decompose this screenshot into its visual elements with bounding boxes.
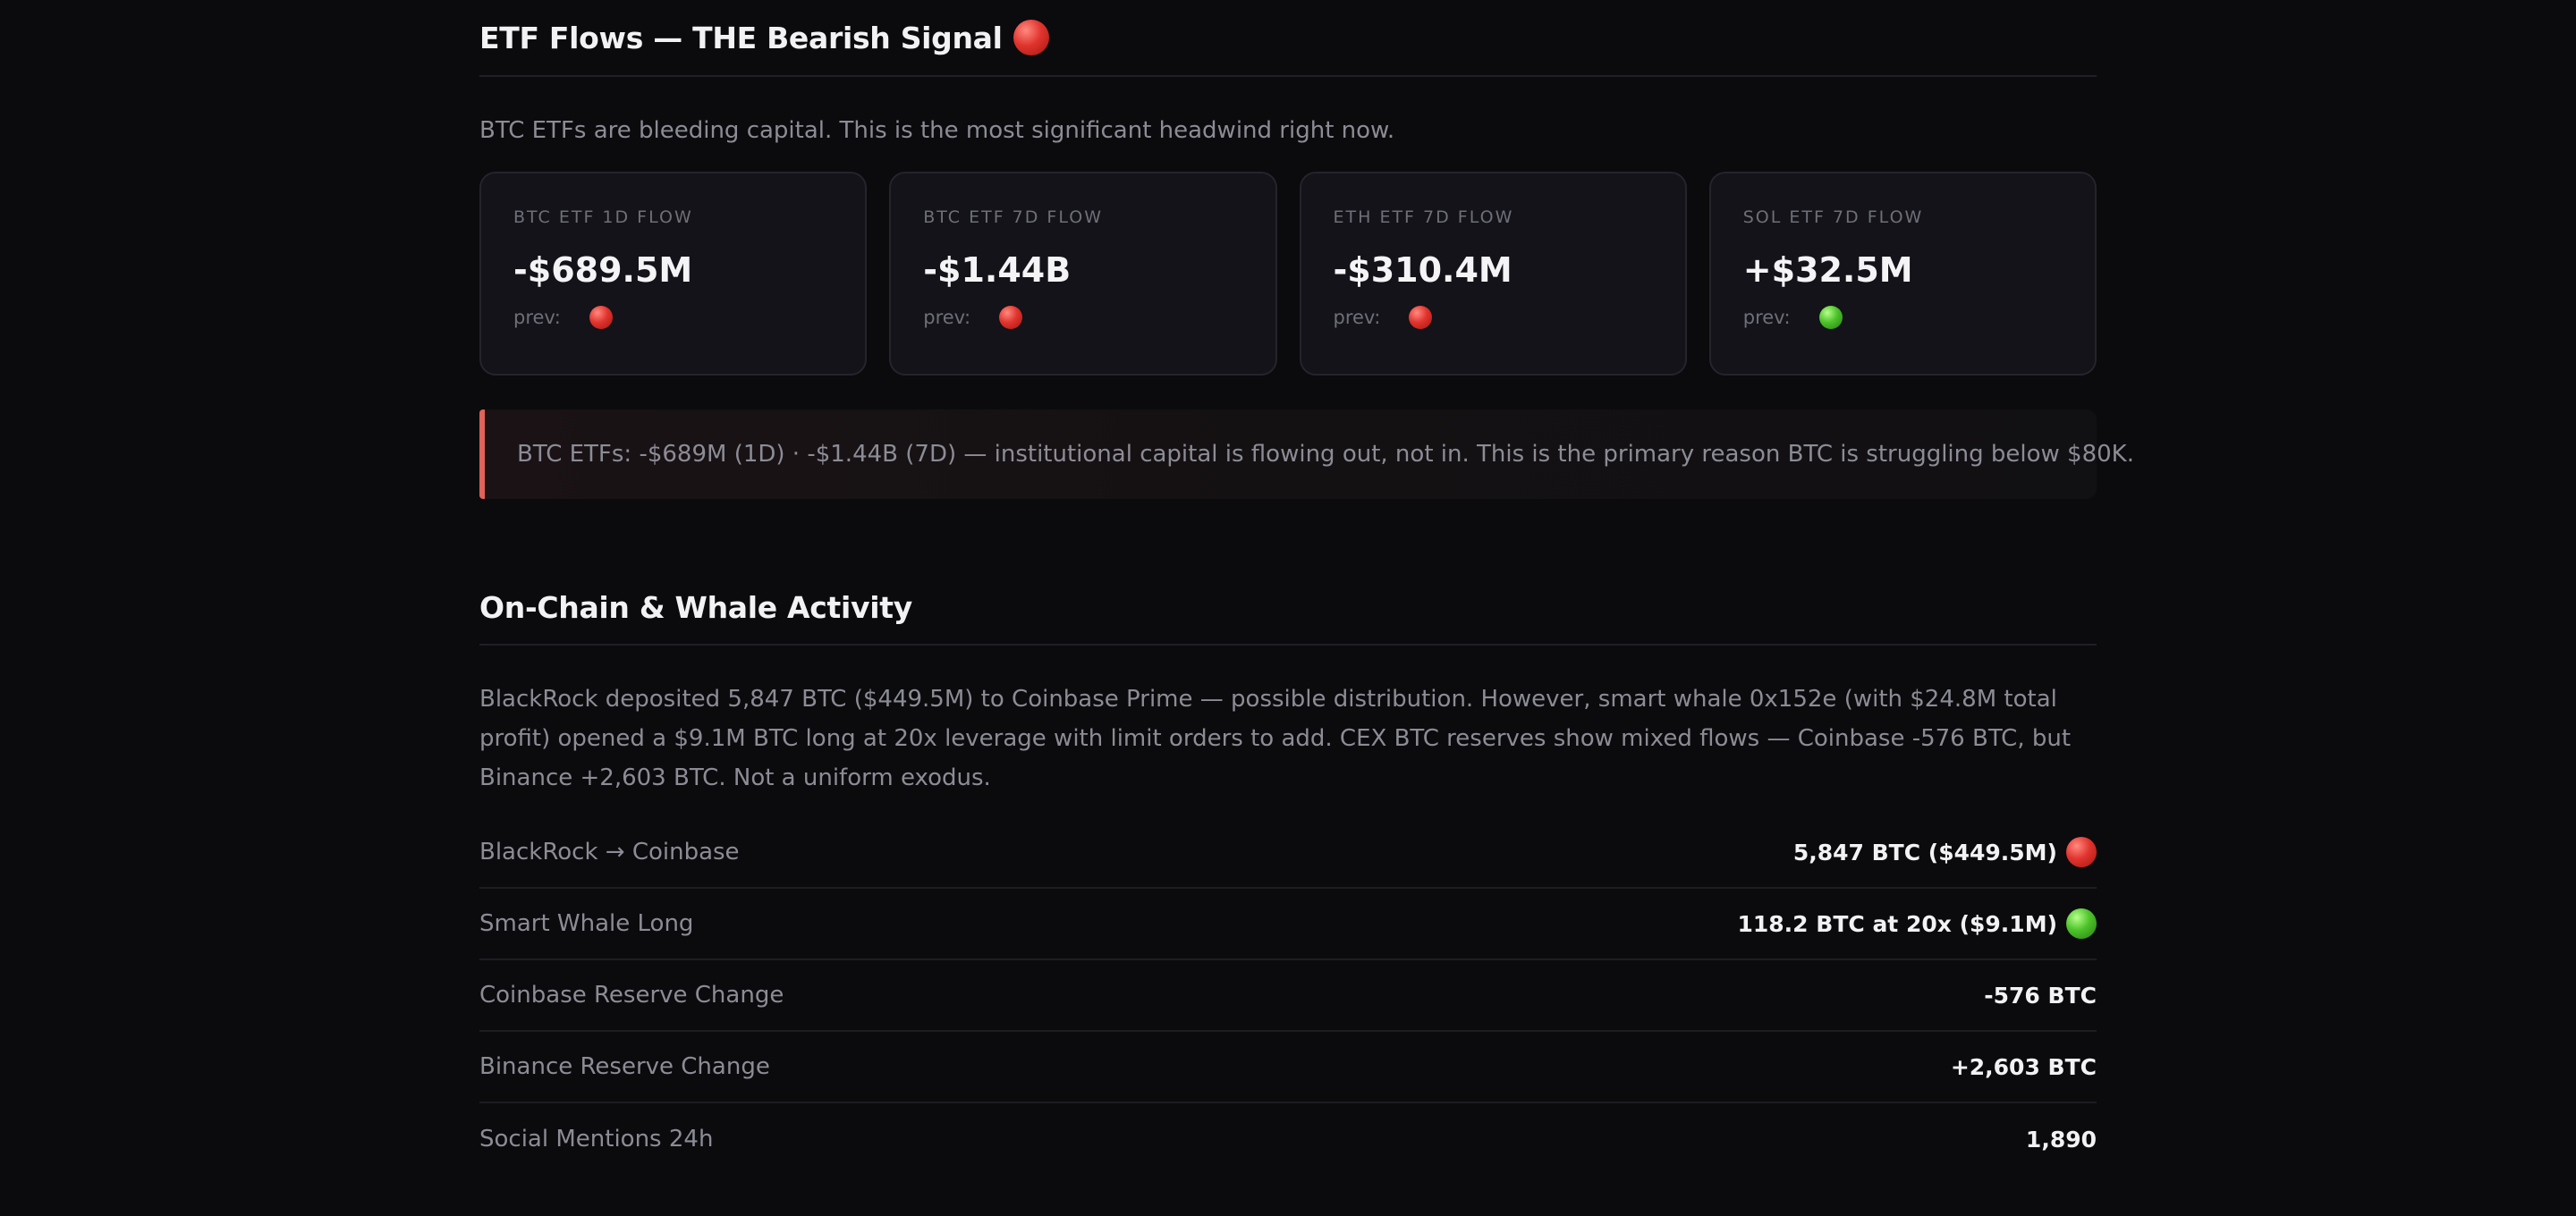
- metric-value-text: +2,603 BTC: [1950, 1053, 2097, 1080]
- onchain-section-description: BlackRock deposited 5,847 BTC ($449.5M) …: [479, 686, 2072, 791]
- green-circle-icon: [2066, 908, 2097, 939]
- metric-value: 1,890: [2026, 1127, 2097, 1153]
- metric-value-text: 5,847 BTC ($449.5M): [1792, 839, 2057, 866]
- page: ETF Flows — THE Bearish Signal BTC ETFs …: [0, 0, 2576, 1216]
- list-item: Coinbase Reserve Change -576 BTC: [479, 960, 2097, 1032]
- card-prev: prev:: [923, 304, 1242, 331]
- card-prev: prev:: [513, 304, 833, 331]
- card-prev: prev:: [1334, 304, 1653, 331]
- red-circle-icon: [589, 306, 613, 329]
- red-circle-icon: [1013, 20, 1049, 55]
- metric-value: 5,847 BTC ($449.5M): [1793, 837, 2097, 867]
- etf-card-sol-7d: SOL ETF 7D FLOW +$32.5M prev:: [1708, 172, 2097, 376]
- etf-section-title-text: ETF Flows — THE Bearish Signal: [479, 20, 1003, 55]
- onchain-section-title: On-Chain & Whale Activity: [479, 570, 2097, 646]
- red-circle-icon: [2066, 837, 2097, 867]
- metric-value: +2,603 BTC: [1951, 1054, 2097, 1080]
- metric-label: Binance Reserve Change: [479, 1053, 770, 1080]
- card-prev-label: prev:: [1742, 307, 1791, 328]
- card-prev-label: prev:: [923, 307, 971, 328]
- list-item: Smart Whale Long 118.2 BTC at 20x ($9.1M…: [479, 889, 2097, 960]
- card-prev-label: prev:: [1333, 307, 1381, 328]
- metric-label: Social Mentions 24h: [479, 1126, 714, 1153]
- main-content: ETF Flows — THE Bearish Signal BTC ETFs …: [479, 0, 2134, 1175]
- etf-callout: BTC ETFs: -$689M (1D) · -$1.44B (7D) — i…: [479, 410, 2134, 499]
- red-circle-icon: [1409, 306, 1433, 329]
- onchain-section-title-text: On-Chain & Whale Activity: [479, 589, 912, 625]
- metric-value-text: -576 BTC: [1984, 982, 2097, 1009]
- etf-flow-cards: BTC ETF 1D FLOW -$689.5M prev: BTC ETF 7…: [479, 172, 2097, 376]
- etf-card-btc-7d: BTC ETF 7D FLOW -$1.44B prev:: [889, 172, 1277, 376]
- card-prev: prev:: [1743, 304, 2063, 331]
- card-label: BTC ETF 7D FLOW: [923, 207, 1103, 227]
- card-label: BTC ETF 1D FLOW: [513, 207, 693, 227]
- etf-section-title: ETF Flows — THE Bearish Signal: [479, 0, 2097, 77]
- metric-label: BlackRock → Coinbase: [479, 839, 740, 866]
- list-item: Binance Reserve Change +2,603 BTC: [479, 1032, 2097, 1103]
- metric-value: -576 BTC: [1984, 983, 2097, 1009]
- etf-card-eth-7d: ETH ETF 7D FLOW -$310.4M prev:: [1299, 172, 1687, 376]
- onchain-metrics-list: BlackRock → Coinbase 5,847 BTC ($449.5M)…: [479, 817, 2097, 1175]
- card-label: ETH ETF 7D FLOW: [1333, 207, 1514, 227]
- metric-label: Coinbase Reserve Change: [479, 982, 784, 1009]
- metric-value: 118.2 BTC at 20x ($9.1M): [1738, 908, 2097, 939]
- metric-value-text: 118.2 BTC at 20x ($9.1M): [1737, 910, 2058, 937]
- etf-section-description: BTC ETFs are bleeding capital. This is t…: [479, 117, 1395, 144]
- list-item: BlackRock → Coinbase 5,847 BTC ($449.5M): [479, 817, 2097, 889]
- metric-label: Smart Whale Long: [479, 910, 694, 937]
- green-circle-icon: [1818, 306, 1843, 329]
- list-item: Social Mentions 24h 1,890: [479, 1103, 2097, 1175]
- red-circle-icon: [999, 306, 1023, 329]
- card-prev-label: prev:: [513, 307, 561, 328]
- card-label: SOL ETF 7D FLOW: [1742, 207, 1924, 227]
- card-value: -$1.44B: [923, 250, 1072, 290]
- metric-value-text: 1,890: [2025, 1126, 2097, 1153]
- etf-card-btc-1d: BTC ETF 1D FLOW -$689.5M prev:: [479, 172, 868, 376]
- card-value: -$310.4M: [1333, 250, 1513, 290]
- card-value: +$32.5M: [1742, 250, 1913, 290]
- card-value: -$689.5M: [513, 250, 693, 290]
